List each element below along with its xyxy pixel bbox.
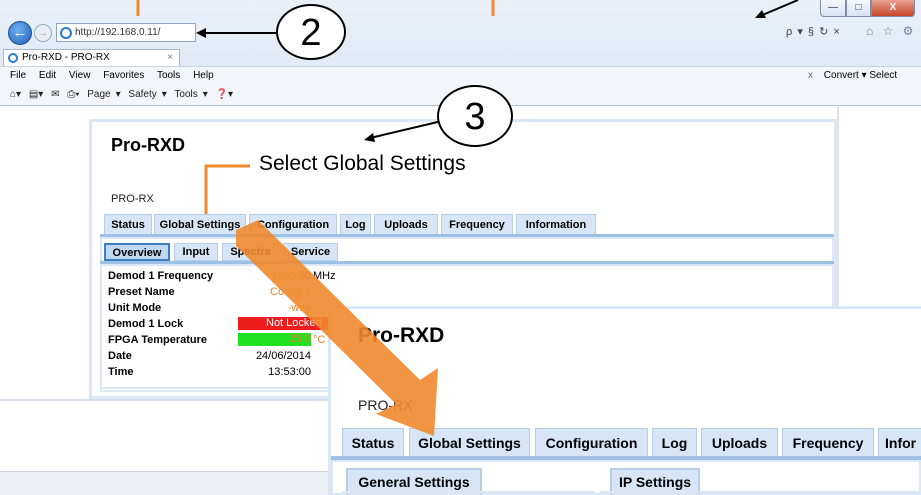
tools-menu[interactable]: Tools ▾ [174, 89, 207, 100]
maximize-button[interactable]: □ [846, 0, 871, 17]
mail-icon[interactable]: ✉ [51, 89, 59, 100]
subtab-input[interactable]: Input [174, 243, 218, 261]
forward-button[interactable]: → [34, 24, 52, 42]
close-window-button[interactable]: X [871, 0, 915, 17]
step-3-callout: 3 [437, 85, 513, 147]
page-menu[interactable]: Page ▾ [87, 89, 120, 100]
zoom-tab-status[interactable]: Status [342, 428, 404, 457]
status-unit: °C [313, 334, 326, 346]
tab-close-icon[interactable]: × [167, 50, 173, 65]
page-divider [0, 399, 330, 401]
ie-page-icon [60, 27, 72, 39]
browser-tab-row: Pro-RXD - PRO-RX × [0, 49, 921, 66]
status-value: 1x2-way [270, 302, 311, 314]
zoom-tab-frequency[interactable]: Frequency [782, 428, 874, 457]
status-unit: MHz [313, 270, 336, 282]
print-icon[interactable]: ⎙▾ [67, 89, 79, 100]
step-2-callout: 2 [276, 4, 346, 60]
tab-log[interactable]: Log [340, 214, 371, 235]
status-bar [0, 471, 330, 495]
status-label: Preset Name [108, 286, 175, 298]
browser-tab[interactable]: Pro-RXD - PRO-RX × [3, 49, 180, 66]
menu-tools[interactable]: Tools [157, 70, 180, 81]
convert-button[interactable]: Convert [824, 70, 859, 81]
tab-uploads[interactable]: Uploads [374, 214, 438, 235]
general-settings-panel [342, 491, 595, 495]
status-value: Config 1 [270, 286, 311, 298]
address-text: http://192.168.0.11/ [75, 27, 161, 38]
help-icon[interactable]: ❓▾ [216, 89, 233, 100]
home-icon[interactable]: ⌂▾ [10, 89, 21, 100]
subtab-service[interactable]: Service [283, 243, 338, 261]
home-favorites-gear-icons[interactable]: ⌂ ☆ ⚙ [866, 24, 916, 38]
menu-view[interactable]: View [69, 70, 91, 81]
zoom-tab-information[interactable]: Infor [878, 428, 921, 457]
status-label: FPGA Temperature [108, 334, 208, 346]
zoom-tab-log[interactable]: Log [652, 428, 697, 457]
tab-configuration[interactable]: Configuration [249, 214, 337, 235]
menu-bar: File Edit View Favorites Tools Help x Co… [0, 66, 921, 86]
menu-file[interactable]: File [10, 70, 26, 81]
status-value: 24/06/2014 [255, 350, 311, 362]
menu-edit[interactable]: Edit [39, 70, 56, 81]
tab-information[interactable]: Information [516, 214, 596, 235]
zoom-tab-configuration[interactable]: Configuration [535, 428, 648, 457]
device-model: PRO-RX [111, 193, 154, 205]
temperature-badge: 25.0 [238, 333, 311, 346]
status-label: Time [108, 366, 134, 378]
address-bar[interactable]: http://192.168.0.11/ [56, 23, 196, 42]
ie-tab-icon [8, 53, 18, 63]
zoom-device-model: PRO-RX [358, 397, 413, 413]
status-label: Demod 1 Frequency [108, 270, 214, 282]
zoom-page-title: Pro-RXD [358, 324, 445, 347]
toolbar-close-icon[interactable]: x [808, 70, 813, 81]
back-button[interactable]: ← [8, 21, 32, 45]
minimize-button[interactable]: — [820, 0, 846, 17]
tab-global-settings[interactable]: Global Settings [154, 214, 246, 235]
lock-status-badge: Not Locked [238, 317, 328, 330]
status-value: 13:53:00 [268, 366, 311, 378]
tab-status[interactable]: Status [104, 214, 152, 235]
subtab-spectra[interactable]: Spectra [222, 243, 279, 261]
select-button[interactable]: Select [869, 70, 897, 81]
feeds-icon[interactable]: ▤▾ [29, 89, 43, 100]
zoom-tab-global-settings[interactable]: Global Settings [409, 428, 530, 457]
menu-favorites[interactable]: Favorites [103, 70, 144, 81]
menu-help[interactable]: Help [193, 70, 214, 81]
page-title: Pro-RXD [111, 135, 186, 155]
search-refresh-stop-icons[interactable]: ρ ▾ § ↻ × [786, 25, 841, 38]
status-label: Demod 1 Lock [108, 318, 184, 330]
instruction-text: Select Global Settings [259, 152, 466, 175]
zoom-tab-uploads[interactable]: Uploads [701, 428, 778, 457]
status-value: 1990.00 [271, 270, 311, 282]
ip-settings-panel [600, 491, 921, 495]
status-label: Unit Mode [108, 302, 162, 314]
tab-frequency[interactable]: Frequency [441, 214, 513, 235]
navigation-bar: ← → http://192.168.0.11/ ρ ▾ § ↻ × ⌂ ☆ ⚙ [0, 20, 921, 46]
safety-menu[interactable]: Safety ▾ [128, 89, 166, 100]
browser-tab-title: Pro-RXD - PRO-RX [22, 52, 110, 63]
status-label: Date [108, 350, 132, 362]
subtab-overview[interactable]: Overview [104, 243, 170, 261]
